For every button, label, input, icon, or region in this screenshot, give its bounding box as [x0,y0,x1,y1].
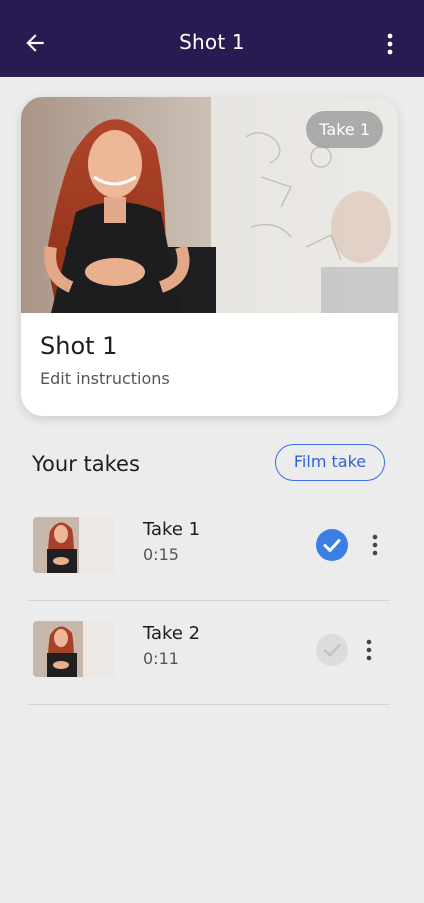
take-duration: 0:11 [143,649,179,668]
shot-card[interactable]: Take 1 Shot 1 Edit instructions [21,97,398,416]
take-unselected-check-icon[interactable] [316,634,348,666]
edit-instructions-link[interactable]: Edit instructions [40,369,170,388]
take-more-options-icon[interactable] [361,638,377,662]
film-take-button[interactable]: Film take [275,444,385,481]
shot-title: Shot 1 [40,332,118,360]
more-options-icon[interactable] [380,32,400,56]
take-selected-check-icon[interactable] [316,529,348,561]
page-title: Shot 1 [179,30,245,54]
take-badge: Take 1 [306,111,383,148]
take-name: Take 2 [143,623,201,644]
take-more-options-icon[interactable] [367,533,383,557]
take-row[interactable]: Take 2 0:11 [28,601,390,705]
section-title: Your takes [32,452,140,476]
take-duration: 0:15 [143,545,179,564]
take-row[interactable]: Take 1 0:15 [28,497,390,601]
take-name: Take 1 [143,519,201,540]
row-divider [28,704,390,705]
app-bar: Shot 1 [0,0,424,77]
take-thumbnail [33,621,114,677]
take-thumbnail [33,517,114,573]
shot-preview-image: Take 1 [21,97,398,313]
